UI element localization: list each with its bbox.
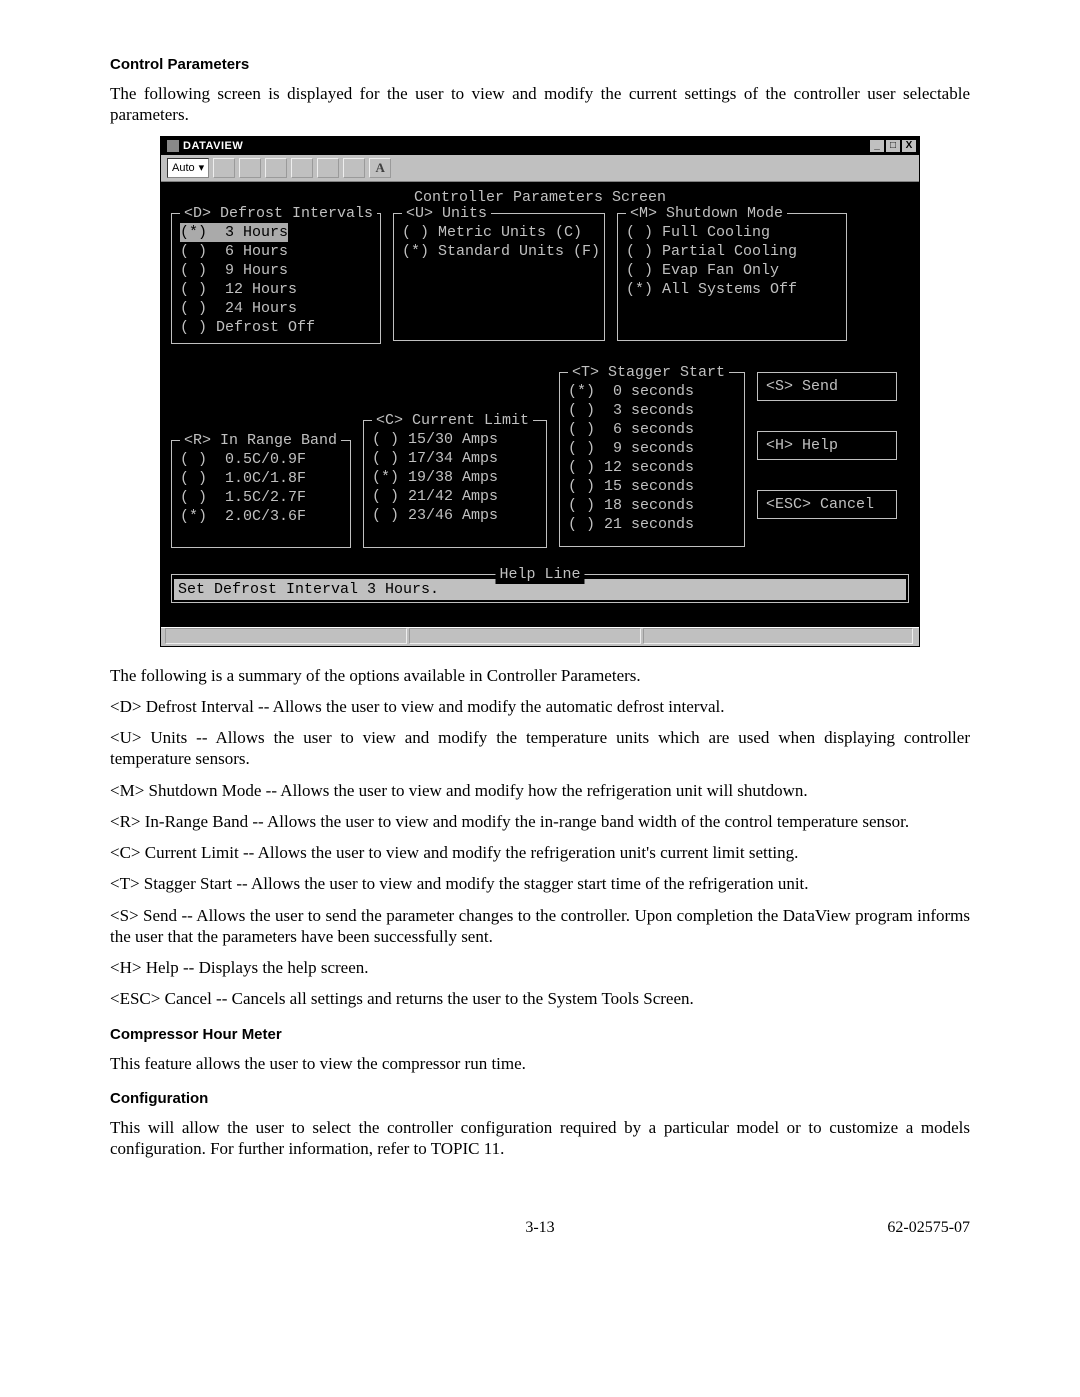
radio-option[interactable]: ( ) 17/34 Amps (372, 449, 538, 468)
page-footer: 3-13 62-02575-07 (110, 1219, 970, 1237)
cancel-button[interactable]: <ESC> Cancel (757, 490, 897, 519)
toolbar-button-3[interactable] (265, 158, 287, 178)
group-legend: <T> Stagger Start (568, 363, 729, 382)
document-number: 62-02575-07 (683, 1219, 970, 1237)
help-line-legend: Help Line (495, 565, 584, 584)
radio-option[interactable]: ( ) 23/46 Amps (372, 506, 538, 525)
radio-option[interactable]: ( ) 6 seconds (568, 420, 736, 439)
radio-option[interactable]: ( ) 15/30 Amps (372, 430, 538, 449)
send-button[interactable]: <S> Send (757, 372, 897, 401)
section-heading-configuration: Configuration (110, 1090, 970, 1107)
radio-option[interactable]: (*) All Systems Off (626, 280, 838, 299)
close-button[interactable]: X (901, 139, 917, 153)
help-line-panel: Help Line Set Defrost Interval 3 Hours. (171, 574, 909, 603)
group-shutdown-mode[interactable]: <M> Shutdown Mode ( ) Full Cooling( ) Pa… (617, 213, 847, 341)
radio-option[interactable]: ( ) 1.0C/1.8F (180, 469, 342, 488)
toolbar-button-4[interactable] (291, 158, 313, 178)
intro-paragraph: The following screen is displayed for th… (110, 83, 970, 126)
titlebar: DATAVIEW _ □ X (161, 137, 919, 155)
radio-option[interactable]: ( ) 0.5C/0.9F (180, 450, 342, 469)
toolbar-button-6[interactable] (343, 158, 365, 178)
summary-item: <R> In-Range Band -- Allows the user to … (110, 811, 970, 832)
radio-option[interactable]: ( ) 1.5C/2.7F (180, 488, 342, 507)
group-in-range-band[interactable]: <R> In Range Band ( ) 0.5C/0.9F( ) 1.0C/… (171, 440, 351, 548)
summary-item: <U> Units -- Allows the user to view and… (110, 727, 970, 770)
radio-option[interactable]: ( ) 12 seconds (568, 458, 736, 477)
summary-item: <C> Current Limit -- Allows the user to … (110, 842, 970, 863)
toolbar-dropdown[interactable]: Auto ▾ (167, 158, 209, 178)
radio-option[interactable]: (*) Standard Units (F) (402, 242, 596, 261)
configuration-paragraph: This will allow the user to select the c… (110, 1117, 970, 1160)
toolbar-button-5[interactable] (317, 158, 339, 178)
summary-item: <ESC> Cancel -- Cancels all settings and… (110, 988, 970, 1009)
radio-option[interactable]: (*) 19/38 Amps (372, 468, 538, 487)
group-legend: <M> Shutdown Mode (626, 204, 787, 223)
section-heading-control-parameters: Control Parameters (110, 56, 970, 73)
radio-option[interactable]: (*) 0 seconds (568, 382, 736, 401)
app-icon (167, 140, 179, 152)
toolbar: Auto ▾ A (161, 155, 919, 182)
toolbar-dropdown-value: Auto (172, 162, 195, 174)
radio-option[interactable]: ( ) 21/42 Amps (372, 487, 538, 506)
radio-option[interactable]: ( ) 9 Hours (180, 261, 372, 280)
radio-option[interactable]: ( ) 18 seconds (568, 496, 736, 515)
group-current-limit[interactable]: <C> Current Limit ( ) 15/30 Amps( ) 17/3… (363, 420, 547, 548)
radio-option[interactable]: ( ) 12 Hours (180, 280, 372, 299)
toolbar-button-1[interactable] (213, 158, 235, 178)
group-legend: <U> Units (402, 204, 491, 223)
status-panel-1 (165, 628, 407, 644)
radio-option[interactable]: ( ) 24 Hours (180, 299, 372, 318)
maximize-button[interactable]: □ (885, 139, 901, 153)
app-window: DATAVIEW _ □ X Auto ▾ A (160, 136, 920, 647)
summary-item: <H> Help -- Displays the help screen. (110, 957, 970, 978)
radio-option[interactable]: ( ) 3 seconds (568, 401, 736, 420)
group-units[interactable]: <U> Units ( ) Metric Units (C)(*) Standa… (393, 213, 605, 341)
summary-item: <S> Send -- Allows the user to send the … (110, 905, 970, 948)
group-defrost-intervals[interactable]: <D> Defrost Intervals (*) 3 Hours( ) 6 H… (171, 213, 381, 344)
chevron-down-icon: ▾ (199, 161, 205, 174)
summary-item: <D> Defrost Interval -- Allows the user … (110, 696, 970, 717)
toolbar-button-2[interactable] (239, 158, 261, 178)
group-stagger-start[interactable]: <T> Stagger Start (*) 0 seconds( ) 3 sec… (559, 372, 745, 547)
radio-option[interactable]: ( ) 21 seconds (568, 515, 736, 534)
page-number: 3-13 (397, 1219, 684, 1237)
minimize-button[interactable]: _ (869, 139, 885, 153)
radio-option[interactable]: ( ) Evap Fan Only (626, 261, 838, 280)
status-panel-3 (643, 628, 913, 644)
help-button[interactable]: <H> Help (757, 431, 897, 460)
radio-option[interactable]: (*) 3 Hours (180, 223, 288, 242)
radio-option[interactable]: ( ) 9 seconds (568, 439, 736, 458)
terminal-area: Controller Parameters Screen <D> Defrost… (161, 182, 919, 627)
radio-option[interactable]: ( ) 15 seconds (568, 477, 736, 496)
radio-option[interactable]: ( ) Defrost Off (180, 318, 372, 337)
radio-option[interactable]: ( ) Partial Cooling (626, 242, 838, 261)
section-heading-compressor-hour-meter: Compressor Hour Meter (110, 1026, 970, 1043)
status-bar (161, 627, 919, 646)
screenshot: DATAVIEW _ □ X Auto ▾ A (110, 136, 970, 647)
group-legend: <D> Defrost Intervals (180, 204, 377, 223)
radio-option[interactable]: ( ) 6 Hours (180, 242, 372, 261)
summary-item: <T> Stagger Start -- Allows the user to … (110, 873, 970, 894)
toolbar-button-text[interactable]: A (369, 158, 391, 178)
radio-option[interactable]: ( ) Full Cooling (626, 223, 838, 242)
summary-intro: The following is a summary of the option… (110, 665, 970, 686)
status-panel-2 (409, 628, 641, 644)
summary-item: <M> Shutdown Mode -- Allows the user to … (110, 780, 970, 801)
window-title: DATAVIEW (183, 140, 243, 152)
compressor-paragraph: This feature allows the user to view the… (110, 1053, 970, 1074)
group-legend: <C> Current Limit (372, 411, 533, 430)
radio-option[interactable]: ( ) Metric Units (C) (402, 223, 596, 242)
radio-option[interactable]: (*) 2.0C/3.6F (180, 507, 342, 526)
group-legend: <R> In Range Band (180, 431, 341, 450)
